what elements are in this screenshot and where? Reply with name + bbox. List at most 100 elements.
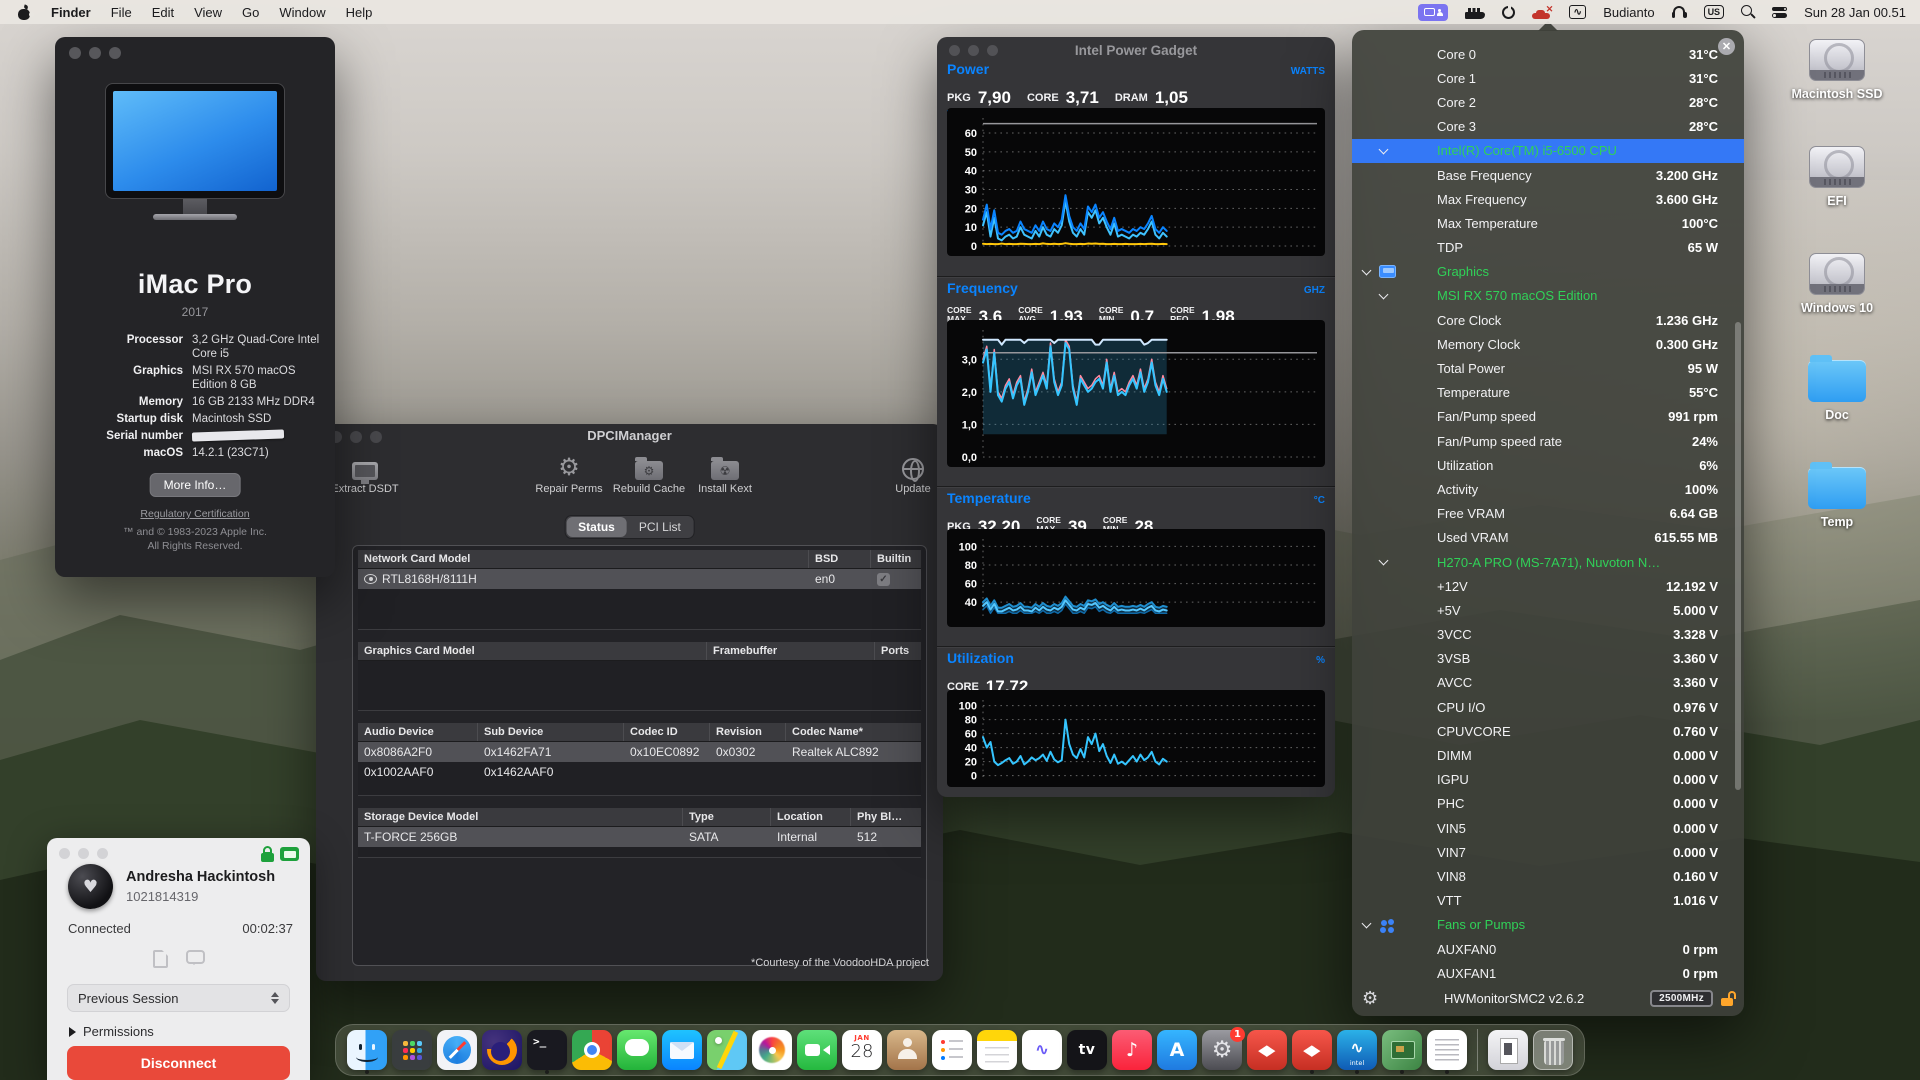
sensor-row-igpu[interactable]: IGPU0.000 V bbox=[1352, 768, 1744, 792]
dock-maps[interactable] bbox=[706, 1030, 748, 1070]
dock-finder[interactable] bbox=[346, 1030, 388, 1070]
sensor-row-core-2[interactable]: Core 228°C bbox=[1352, 90, 1744, 114]
sensor-row-3vsb[interactable]: 3VSB3.360 V bbox=[1352, 647, 1744, 671]
menu-item-go[interactable]: Go bbox=[242, 5, 259, 20]
permissions-disclosure[interactable]: Permissions bbox=[69, 1024, 154, 1039]
dock-music[interactable]: ♪ bbox=[1111, 1030, 1153, 1070]
sensor-row-fan-pump-speed[interactable]: Fan/Pump speed991 rpm bbox=[1352, 405, 1744, 429]
cpu-frequency-badge[interactable]: 2500MHz bbox=[1650, 990, 1713, 1007]
sensor-row-used-vram[interactable]: Used VRAM615.55 MB bbox=[1352, 526, 1744, 550]
sensor-row-activity[interactable]: Activity100% bbox=[1352, 477, 1744, 501]
sensor-row-max-temperature[interactable]: Max Temperature100°C bbox=[1352, 211, 1744, 235]
desktop-icon-temp[interactable]: Temp bbox=[1776, 444, 1898, 551]
dock-chrome[interactable] bbox=[571, 1030, 613, 1070]
sensor-row-vin5[interactable]: VIN50.000 V bbox=[1352, 816, 1744, 840]
dock-tv[interactable]: tv bbox=[1066, 1030, 1108, 1070]
dock-photos[interactable] bbox=[751, 1030, 793, 1070]
headphones-icon[interactable] bbox=[1672, 6, 1687, 18]
dock-dpcimanager[interactable] bbox=[1381, 1030, 1423, 1070]
menu-item-finder[interactable]: Finder bbox=[51, 5, 91, 20]
dock-intel-power-gadget[interactable]: ∿intel bbox=[1336, 1030, 1378, 1070]
dock-mail[interactable] bbox=[661, 1030, 703, 1070]
sensor-group-msi-rx-570-macos-edition[interactable]: MSI RX 570 macOS Edition bbox=[1352, 284, 1744, 308]
more-info-button[interactable]: More Info… bbox=[150, 473, 241, 497]
sensor-row-dimm[interactable]: DIMM0.000 V bbox=[1352, 743, 1744, 767]
sensor-row-utilization[interactable]: Utilization6% bbox=[1352, 453, 1744, 477]
dock-anydesk[interactable]: ◆ bbox=[1246, 1030, 1288, 1070]
sensor-row-total-power[interactable]: Total Power95 W bbox=[1352, 356, 1744, 380]
docker-icon[interactable] bbox=[1465, 5, 1485, 19]
session-dropdown[interactable]: Previous Session bbox=[67, 984, 290, 1012]
dock-facetime[interactable] bbox=[796, 1030, 838, 1070]
chat-icon[interactable] bbox=[186, 950, 205, 964]
sensor-row-auxfan0[interactable]: AUXFAN00 rpm bbox=[1352, 937, 1744, 961]
scrollbar[interactable] bbox=[1735, 322, 1741, 790]
dock-contacts[interactable] bbox=[886, 1030, 928, 1070]
menu-bar-username[interactable]: Budianto bbox=[1603, 5, 1654, 20]
regulatory-certification-link[interactable]: Regulatory Certification bbox=[55, 508, 335, 520]
dock-messages[interactable] bbox=[616, 1030, 658, 1070]
sensor-row-vtt[interactable]: VTT1.016 V bbox=[1352, 889, 1744, 913]
car-status-icon[interactable]: ✕ bbox=[1532, 6, 1552, 19]
dock-system-settings[interactable]: ⚙1 bbox=[1201, 1030, 1243, 1070]
file-transfer-icon[interactable] bbox=[153, 950, 168, 968]
gear-icon[interactable]: ⚙ bbox=[1362, 988, 1378, 1009]
sensor-row-max-frequency[interactable]: Max Frequency3.600 GHz bbox=[1352, 187, 1744, 211]
sensor-row-core-clock[interactable]: Core Clock1.236 GHz bbox=[1352, 308, 1744, 332]
table-row[interactable]: 0x1002AAF00x1462AAF0 bbox=[358, 762, 921, 782]
sensor-row-tdp[interactable]: TDP65 W bbox=[1352, 236, 1744, 260]
screen-sharing-indicator-icon[interactable] bbox=[1418, 4, 1448, 21]
chevron-down-icon[interactable] bbox=[1379, 144, 1389, 154]
dock-reminders[interactable] bbox=[931, 1030, 973, 1070]
sensor-row-cpu-i-o[interactable]: CPU I/O0.976 V bbox=[1352, 695, 1744, 719]
sensor-row-memory-clock[interactable]: Memory Clock0.300 GHz bbox=[1352, 332, 1744, 356]
input-source-indicator[interactable]: US bbox=[1704, 5, 1725, 19]
sensor-row-temperature[interactable]: Temperature55°C bbox=[1352, 381, 1744, 405]
dock-trash[interactable] bbox=[1532, 1030, 1574, 1070]
search-icon[interactable] bbox=[1741, 5, 1755, 19]
desktop-icon-windows-10[interactable]: Windows 10 bbox=[1776, 230, 1898, 337]
table-row[interactable]: 0x8086A2F00x1462FA710x10EC08920x0302Real… bbox=[358, 742, 921, 762]
table-row[interactable]: RTL8168H/8111Hen0✓ bbox=[358, 569, 921, 589]
toolbar-install-kext[interactable]: ☢Install Kext bbox=[670, 450, 780, 495]
dock-terminal[interactable]: >_ bbox=[526, 1030, 568, 1070]
control-center-icon[interactable] bbox=[1772, 7, 1787, 18]
chevron-down-icon[interactable] bbox=[1379, 555, 1389, 565]
dock-calendar[interactable]: JAN28 bbox=[841, 1030, 883, 1070]
unlock-icon[interactable] bbox=[1721, 991, 1734, 1006]
desktop-icon-macintosh-ssd[interactable]: Macintosh SSD bbox=[1776, 16, 1898, 123]
dock-app-store[interactable]: A bbox=[1156, 1030, 1198, 1070]
menu-item-file[interactable]: File bbox=[111, 5, 132, 20]
menu-item-window[interactable]: Window bbox=[279, 5, 325, 20]
chevron-down-icon[interactable] bbox=[1362, 265, 1372, 275]
apple-menu-icon[interactable] bbox=[18, 5, 31, 20]
sensor-row-core-3[interactable]: Core 328°C bbox=[1352, 115, 1744, 139]
sensor-row-vin7[interactable]: VIN70.000 V bbox=[1352, 840, 1744, 864]
builtin-checkbox[interactable]: ✓ bbox=[877, 573, 890, 586]
sensor-row-3vcc[interactable]: 3VCC3.328 V bbox=[1352, 623, 1744, 647]
dock-safari[interactable] bbox=[436, 1030, 478, 1070]
window-controls[interactable] bbox=[69, 47, 121, 59]
sensor-row-cpuvcore[interactable]: CPUVCORE0.760 V bbox=[1352, 719, 1744, 743]
chevron-down-icon[interactable] bbox=[1379, 289, 1389, 299]
sensor-row-12v[interactable]: +12V12.192 V bbox=[1352, 574, 1744, 598]
sensor-group-intel-r-core-tm-i5-6500-cpu[interactable]: Intel(R) Core(TM) i5-6500 CPU bbox=[1352, 139, 1744, 163]
dock-notes[interactable] bbox=[976, 1030, 1018, 1070]
sensor-row-auxfan1[interactable]: AUXFAN10 rpm bbox=[1352, 961, 1744, 985]
window-controls[interactable] bbox=[59, 848, 108, 859]
hwmonitor-menu-icon[interactable]: ∿ bbox=[1569, 5, 1586, 19]
desktop-icon-efi[interactable]: EFI bbox=[1776, 123, 1898, 230]
desktop-icon-doc[interactable]: Doc bbox=[1776, 337, 1898, 444]
disconnect-button[interactable]: Disconnect bbox=[67, 1046, 290, 1080]
chevron-down-icon[interactable] bbox=[1362, 918, 1372, 928]
menu-item-help[interactable]: Help bbox=[346, 5, 373, 20]
sensor-group-fans-or-pumps[interactable]: Fans or Pumps bbox=[1352, 913, 1744, 937]
sensor-row-core-1[interactable]: Core 131°C bbox=[1352, 66, 1744, 90]
sensor-row-free-vram[interactable]: Free VRAM6.64 GB bbox=[1352, 502, 1744, 526]
sensor-row-5v[interactable]: +5V5.000 V bbox=[1352, 598, 1744, 622]
dock-firefox[interactable] bbox=[481, 1030, 523, 1070]
sensor-group-h270-a-pro-ms-7a71-nuvoton-n[interactable]: H270-A PRO (MS-7A71), Nuvoton N… bbox=[1352, 550, 1744, 574]
sensor-row-phc[interactable]: PHC0.000 V bbox=[1352, 792, 1744, 816]
sensor-row-fan-pump-speed-rate[interactable]: Fan/Pump speed rate24% bbox=[1352, 429, 1744, 453]
sensor-row-base-frequency[interactable]: Base Frequency3.200 GHz bbox=[1352, 163, 1744, 187]
